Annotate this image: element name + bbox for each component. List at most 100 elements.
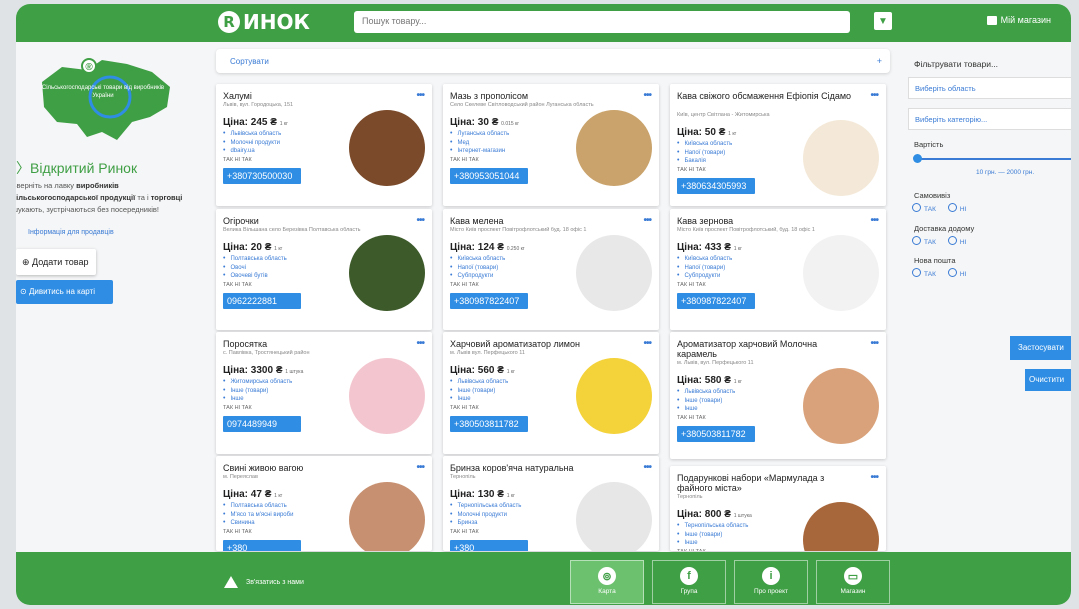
product-region[interactable]: Тернопільська область: [677, 522, 748, 531]
more-icon[interactable]: •••: [870, 215, 878, 226]
footer-group-button[interactable]: f Група: [652, 560, 726, 604]
more-icon[interactable]: •••: [870, 90, 878, 101]
product-card[interactable]: Огірочки ••• Велика Вільшана село Березі…: [216, 209, 432, 330]
region-select[interactable]: Виберіть область: [908, 77, 1071, 99]
product-subcategory[interactable]: Інше: [677, 405, 735, 414]
search-input[interactable]: Пошук товару...: [354, 11, 850, 33]
product-title[interactable]: Кава свіжого обсмаження Ефіопія Сідамо: [677, 91, 857, 101]
phone-button[interactable]: 0962222881: [223, 293, 301, 309]
product-title[interactable]: Кава мелена: [450, 216, 630, 226]
logo[interactable]: R ИНОК: [218, 10, 310, 34]
product-card[interactable]: Халумі ••• Львів, вул. Городоцька, 151 Ц…: [216, 84, 432, 206]
product-card[interactable]: Бринза коров'яча натуральна ••• Тернопіл…: [443, 456, 659, 551]
product-region[interactable]: Полтавська область: [223, 502, 293, 511]
product-title[interactable]: Харчовий ароматизатор лимон: [450, 339, 630, 349]
price-slider[interactable]: [913, 154, 1071, 163]
product-card[interactable]: Харчовий ароматизатор лимон ••• м. Львів…: [443, 332, 659, 454]
more-icon[interactable]: •••: [643, 215, 651, 226]
product-title[interactable]: Мазь з прополісом: [450, 91, 630, 101]
product-title[interactable]: Халумі: [223, 91, 403, 101]
product-region[interactable]: Житомирська область: [223, 378, 292, 387]
product-subcategory[interactable]: Інше: [223, 395, 292, 404]
product-category[interactable]: Молочні продукти: [450, 511, 521, 520]
more-icon[interactable]: •••: [416, 215, 424, 226]
category-select[interactable]: Виберіть категорію...: [908, 108, 1071, 130]
product-region[interactable]: Львівська область: [450, 378, 508, 387]
view-map-button[interactable]: ⊙ Дивитись на карті: [16, 280, 113, 304]
clear-filter-button[interactable]: Очистити: [1025, 369, 1071, 391]
product-card[interactable]: Ароматизатор харчовий Молочна карамель •…: [670, 332, 886, 459]
more-icon[interactable]: •••: [416, 338, 424, 349]
product-subcategory[interactable]: Субпродукти: [677, 272, 732, 281]
more-icon[interactable]: •••: [643, 462, 651, 473]
pickup-no-radio[interactable]: НІ: [948, 203, 967, 213]
product-region[interactable]: Київська область: [450, 255, 505, 264]
product-category[interactable]: Інше (товари): [677, 397, 735, 406]
product-subcategory[interactable]: Овочеві бутів: [223, 272, 287, 281]
product-region[interactable]: Київська область: [677, 255, 732, 264]
product-region[interactable]: Тернопільська область: [450, 502, 521, 511]
product-card[interactable]: Кава зернова ••• Місто Київ проспект Пов…: [670, 209, 886, 330]
home-no-radio[interactable]: НІ: [948, 236, 967, 246]
post-yes-radio[interactable]: ТАК: [912, 268, 936, 278]
footer-shop-button[interactable]: ▭ Магазин: [816, 560, 890, 604]
more-icon[interactable]: •••: [416, 90, 424, 101]
product-title[interactable]: Бринза коров'яча натуральна: [450, 463, 630, 473]
product-title[interactable]: Ароматизатор харчовий Молочна карамель: [677, 339, 857, 359]
product-category[interactable]: Інше (товари): [677, 531, 748, 540]
product-card[interactable]: Кава мелена ••• Місто Київ проспект Пові…: [443, 209, 659, 330]
product-card[interactable]: Мазь з прополісом ••• Село Скелеве Світл…: [443, 84, 659, 206]
product-category[interactable]: М'ясо та м'ясні вироби: [223, 511, 293, 520]
footer-map-button[interactable]: ⊚ Карта: [570, 560, 644, 604]
product-region[interactable]: Львівська область: [677, 388, 735, 397]
product-category[interactable]: Овочі: [223, 264, 287, 273]
phone-button[interactable]: +380634305993: [677, 178, 755, 194]
phone-button[interactable]: 0974489949: [223, 416, 301, 432]
phone-button[interactable]: +380503811782: [677, 426, 755, 442]
more-icon[interactable]: •••: [870, 472, 878, 483]
product-subcategory[interactable]: Інше: [677, 539, 748, 548]
product-category[interactable]: Напої (товари): [450, 264, 505, 273]
add-product-button[interactable]: ⊕ Додати товар: [16, 249, 96, 275]
more-icon[interactable]: •••: [416, 462, 424, 473]
product-category[interactable]: Мед: [450, 139, 509, 148]
product-subcategory[interactable]: dbairy.ua: [223, 147, 281, 156]
product-subcategory[interactable]: Інтернет-магазин: [450, 147, 509, 156]
product-card[interactable]: Поросятка ••• с. Павлівка, Тростянецький…: [216, 332, 432, 454]
product-title[interactable]: Поросятка: [223, 339, 403, 349]
product-subcategory[interactable]: Свинина: [223, 519, 293, 528]
product-card[interactable]: Подарункові набори «Мармулада з файного …: [670, 466, 886, 551]
product-subcategory[interactable]: Інше: [450, 395, 508, 404]
product-title[interactable]: Подарункові набори «Мармулада з файного …: [677, 473, 857, 493]
phone-button[interactable]: +380: [223, 540, 301, 551]
phone-button[interactable]: +380730500030: [223, 168, 301, 184]
more-icon[interactable]: •••: [870, 338, 878, 349]
phone-button[interactable]: +380987822407: [677, 293, 755, 309]
phone-button[interactable]: +380987822407: [450, 293, 528, 309]
contact-link[interactable]: Зв'язатись з нами: [224, 576, 304, 588]
seller-info-link[interactable]: Інформація для продавців: [28, 229, 114, 236]
home-yes-radio[interactable]: ТАК: [912, 236, 936, 246]
product-region[interactable]: Луганська область: [450, 130, 509, 139]
more-icon[interactable]: •••: [643, 338, 651, 349]
product-category[interactable]: Молочні продукти: [223, 139, 281, 148]
post-no-radio[interactable]: НІ: [948, 268, 967, 278]
product-title[interactable]: Свині живою вагою: [223, 463, 403, 473]
product-title[interactable]: Огірочки: [223, 216, 403, 226]
product-category[interactable]: Напої (товари): [677, 149, 732, 158]
product-region[interactable]: Львівська область: [223, 130, 281, 139]
phone-button[interactable]: +380: [450, 540, 528, 551]
pickup-yes-radio[interactable]: ТАК: [912, 203, 936, 213]
product-category[interactable]: Інше (товари): [450, 387, 508, 396]
price-slider-handle[interactable]: [913, 154, 922, 163]
phone-button[interactable]: +380503811782: [450, 416, 528, 432]
product-region[interactable]: Полтавська область: [223, 255, 286, 264]
my-shop-link[interactable]: Мій магазин: [986, 15, 1051, 25]
product-category[interactable]: Інше (товари): [223, 387, 292, 396]
product-subcategory[interactable]: Бакалія: [677, 157, 732, 166]
apply-filter-button[interactable]: Застосувати: [1010, 336, 1071, 360]
more-icon[interactable]: •••: [643, 90, 651, 101]
product-card[interactable]: Свині живою вагою ••• м. Переяслав Ціна:…: [216, 456, 432, 551]
sort-bar[interactable]: Сортувати +: [216, 49, 890, 73]
footer-about-button[interactable]: i Про проект: [734, 560, 808, 604]
